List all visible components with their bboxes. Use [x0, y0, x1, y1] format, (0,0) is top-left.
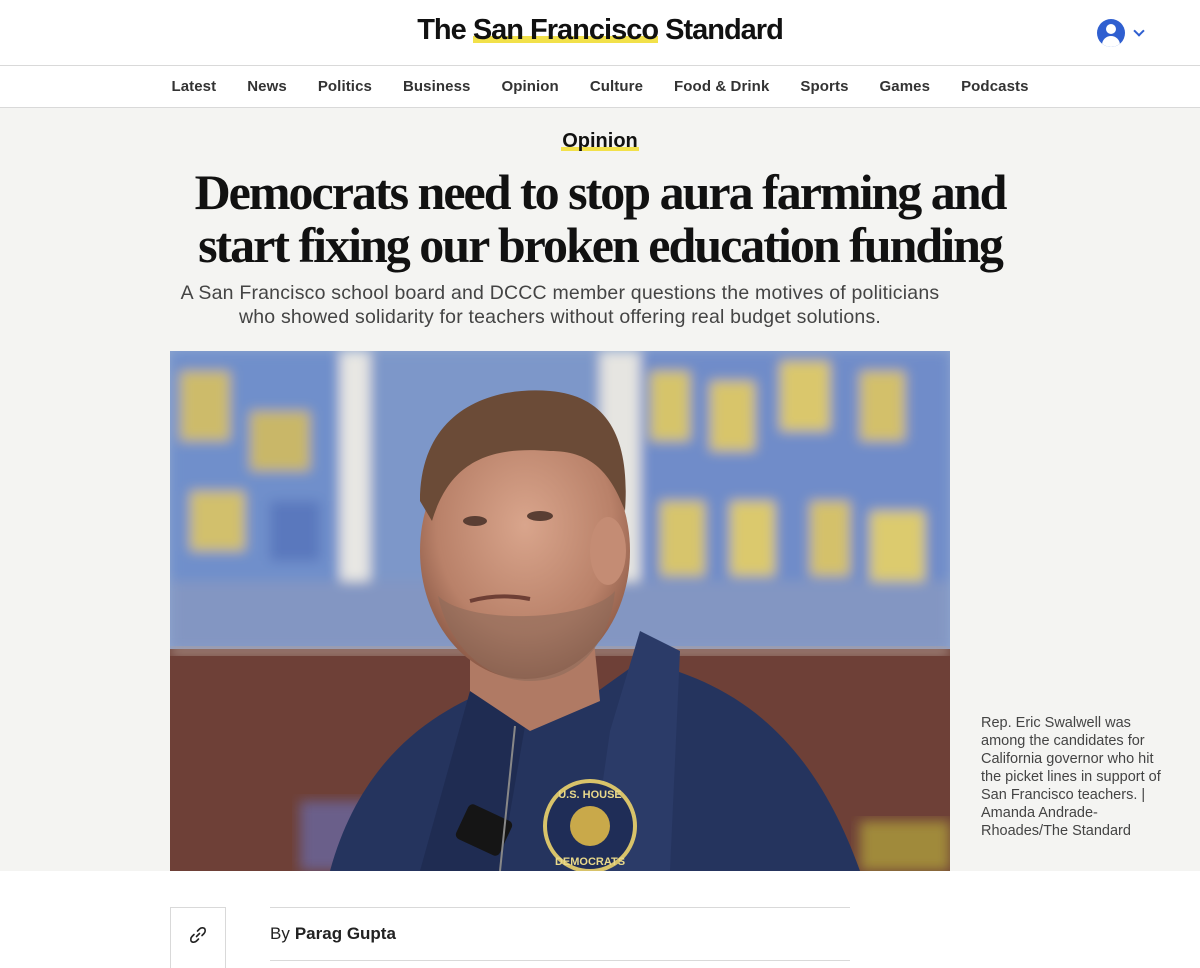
nav-item-sports[interactable]: Sports: [785, 78, 864, 95]
chevron-down-icon: [1133, 25, 1145, 37]
copy-link-button[interactable]: [170, 907, 226, 963]
section-kicker-link[interactable]: Opinion: [561, 130, 639, 152]
byline-prefix: By: [270, 924, 290, 943]
author-link[interactable]: Parag Gupta: [295, 924, 396, 944]
photo-badge-bottom-text: DEMOCRATS: [555, 856, 625, 868]
nav-item-news[interactable]: News: [232, 78, 303, 95]
photo-badge-top-text: U.S. HOUSE: [558, 789, 622, 801]
lead-photo: U.S. HOUSE DEMOCRATS: [170, 351, 950, 871]
site-header: The San Francisco Standard: [0, 0, 1200, 66]
article-dek: A San Francisco school board and DCCC me…: [180, 282, 940, 328]
nav-item-business[interactable]: Business: [387, 78, 486, 95]
nav-item-opinion[interactable]: Opinion: [486, 78, 574, 95]
photo-caption: Rep. Eric Swalwell was among the candida…: [981, 715, 1161, 839]
section-kicker: Opinion: [0, 130, 1200, 153]
nav-item-culture[interactable]: Culture: [574, 78, 658, 95]
nav-item-latest[interactable]: Latest: [156, 78, 232, 95]
share-rail: [170, 962, 226, 968]
account-menu-button[interactable]: [1097, 19, 1145, 47]
nav-item-podcasts[interactable]: Podcasts: [946, 78, 1045, 95]
logo-text-highlight: San Francisco: [472, 14, 659, 46]
section-nav: Latest News Politics Business Opinion Cu…: [0, 66, 1200, 108]
article-headline: Democrats need to stop aura farming and …: [194, 164, 1008, 273]
byline: By Parag Gupta: [270, 907, 850, 961]
nav-item-food-drink[interactable]: Food & Drink: [659, 78, 785, 95]
link-icon: [190, 927, 206, 943]
logo-text-pre: The: [417, 14, 473, 46]
nav-item-games[interactable]: Games: [864, 78, 946, 95]
nav-item-politics[interactable]: Politics: [302, 78, 387, 95]
user-avatar-icon: [1097, 19, 1125, 47]
logo-text-post: Standard: [658, 14, 784, 46]
site-logo[interactable]: The San Francisco Standard: [0, 14, 1200, 47]
